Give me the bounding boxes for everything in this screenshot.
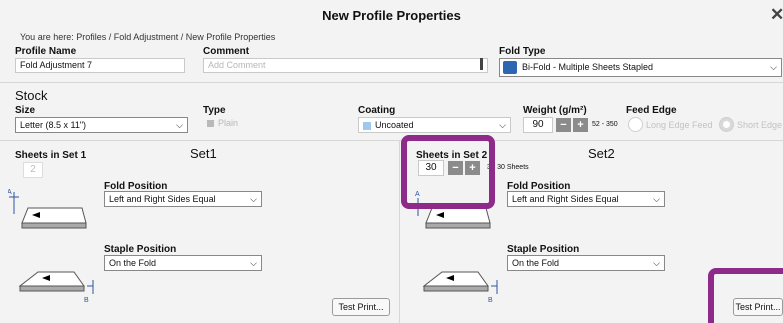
set1-title: Set1 (190, 146, 217, 161)
diagram-label-a: A (8, 189, 12, 196)
comment-label: Comment (203, 46, 250, 57)
fold-diagram-2: A (415, 191, 491, 229)
diagram-label-a: A (415, 191, 420, 198)
weight-input[interactable]: 90 (523, 117, 553, 133)
feed-edge-label: Feed Edge (626, 105, 677, 116)
chevron-down-icon: ⌵ (653, 194, 660, 204)
close-icon[interactable]: ✕ (770, 5, 783, 25)
short-edge-radio[interactable] (719, 117, 734, 132)
staple-position-label: Staple Position (507, 244, 580, 255)
coating-value: Uncoated (375, 120, 414, 130)
chevron-down-icon: ⌵ (770, 62, 777, 72)
short-edge-label: Short Edge Feed (737, 120, 783, 130)
long-edge-radio[interactable] (628, 117, 643, 132)
test-print-button-set1[interactable]: Test Print... (332, 298, 390, 316)
sheets-range: 3 - 30 Sheets (487, 164, 529, 171)
title-bar: New Profile Properties ✕ (0, 0, 783, 28)
coating-select[interactable]: Uncoated ⌵ (358, 117, 511, 133)
weight-plus-button[interactable]: + (573, 118, 588, 132)
sheets-in-set2-input[interactable]: 30 (418, 160, 444, 176)
staple-diagram-1: B (18, 271, 94, 304)
fold-diagram-1: A (8, 189, 87, 229)
weight-range: 52 - 350 (592, 121, 618, 128)
staple-position-select[interactable]: On the Fold ⌵ (104, 255, 262, 271)
sets-divider (399, 140, 400, 323)
window-title: New Profile Properties (322, 8, 461, 23)
test-print-button-set2[interactable]: Test Print... (733, 298, 783, 316)
size-value: Letter (8.5 x 11") (20, 120, 87, 130)
coating-label: Coating (358, 105, 396, 116)
chevron-down-icon: ⌵ (499, 120, 506, 130)
sheets-in-set1-input[interactable]: 2 (23, 162, 43, 178)
staple-diagram-2: B (422, 271, 498, 304)
chevron-down-icon: ⌵ (250, 258, 257, 268)
size-select[interactable]: Letter (8.5 x 11") ⌵ (15, 117, 188, 133)
checkbox-icon (207, 120, 214, 128)
breadcrumb: You are here: Profiles / Fold Adjustment… (20, 32, 276, 42)
set2-title: Set2 (588, 146, 615, 161)
profile-name-input[interactable]: Fold Adjustment 7 (15, 58, 185, 73)
fold-position-value: Left and Right Sides Equal (109, 194, 216, 204)
long-edge-label: Long Edge Feed (646, 120, 713, 130)
profile-name-label: Profile Name (15, 46, 77, 57)
comment-resize-handle[interactable] (480, 58, 483, 70)
section-divider (0, 82, 783, 83)
staple-position-value: On the Fold (109, 258, 157, 268)
staple-position-value: On the Fold (512, 258, 560, 268)
coating-swatch-icon (363, 121, 371, 130)
weight-label: Weight (g/m²) (523, 105, 587, 116)
fold-type-label: Fold Type (499, 46, 546, 57)
diagram-label-b: B (488, 297, 493, 304)
diagram-label-b: B (84, 297, 89, 304)
fold-type-value: Bi-Fold - Multiple Sheets Stapled (522, 62, 654, 72)
stock-heading: Stock (15, 88, 48, 103)
sheets-minus-button[interactable]: − (448, 161, 463, 175)
fold-type-select[interactable]: Bi-Fold - Multiple Sheets Stapled ⌵ (499, 58, 782, 77)
staple-position-select[interactable]: On the Fold ⌵ (507, 255, 665, 271)
chevron-down-icon: ⌵ (250, 194, 257, 204)
staple-position-label: Staple Position (104, 244, 177, 255)
weight-minus-button[interactable]: − (556, 118, 571, 132)
size-label: Size (15, 105, 36, 116)
fold-type-icon (503, 61, 517, 74)
sheets-in-set1-label: Sheets in Set 1 (15, 150, 87, 161)
type-label: Type (203, 105, 226, 116)
comment-input[interactable]: Add Comment (203, 58, 488, 73)
fold-position-value: Left and Right Sides Equal (512, 194, 619, 204)
fold-position-select[interactable]: Left and Right Sides Equal ⌵ (507, 191, 665, 207)
chevron-down-icon: ⌵ (176, 120, 183, 130)
profile-properties-window: New Profile Properties ✕ You are here: P… (0, 0, 783, 323)
type-field: Plain (203, 117, 343, 132)
section-divider (0, 140, 783, 141)
type-value: Plain (218, 118, 239, 128)
fold-position-select[interactable]: Left and Right Sides Equal ⌵ (104, 191, 262, 207)
chevron-down-icon: ⌵ (653, 258, 660, 268)
sheets-plus-button[interactable]: + (465, 161, 480, 175)
